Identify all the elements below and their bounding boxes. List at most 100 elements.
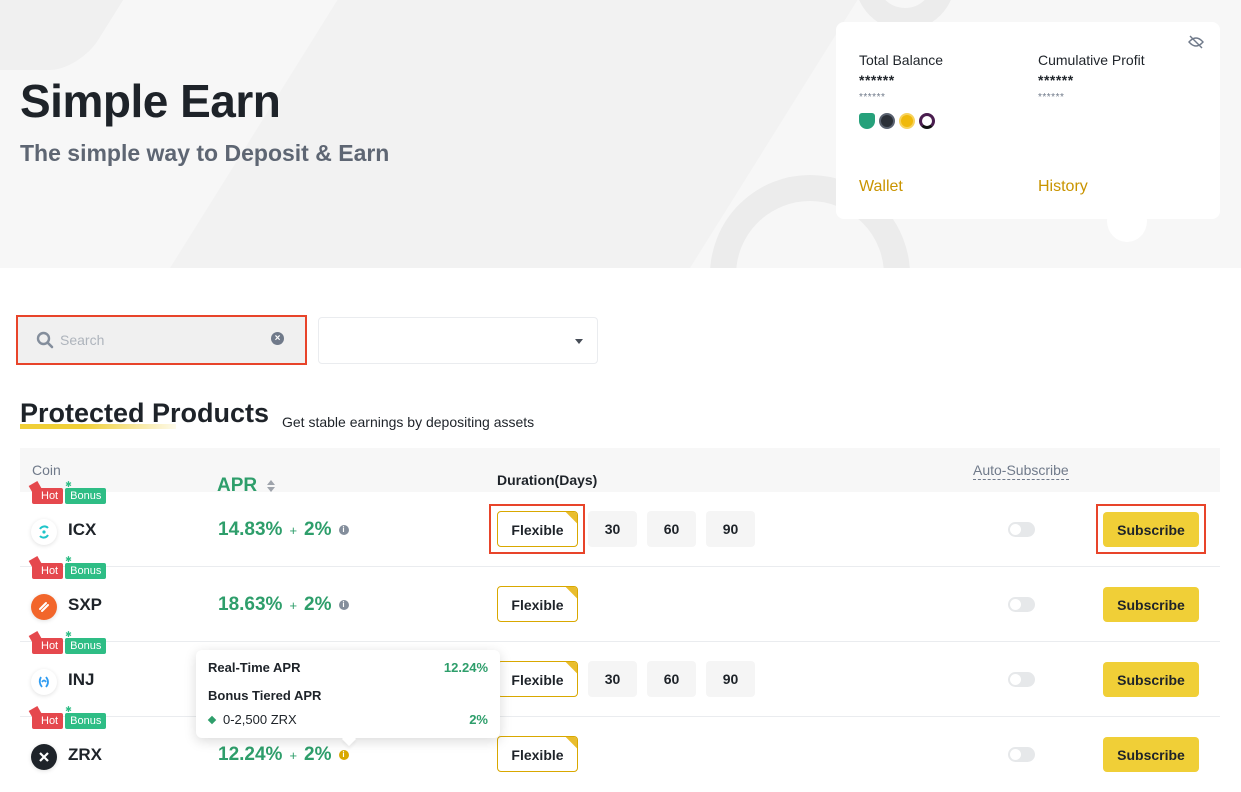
bonus-tag: Bonus xyxy=(65,629,107,654)
total-balance-value: ****** xyxy=(859,72,895,88)
table-header: Coin APR Duration(Days) Auto-Subscribe xyxy=(20,448,1220,496)
total-balance-sub: ****** xyxy=(859,92,886,103)
clear-icon[interactable]: × xyxy=(271,332,284,345)
duration-flexible[interactable]: Flexible xyxy=(497,736,578,772)
diamond-bullet-icon xyxy=(207,715,217,725)
plus-sign: + xyxy=(289,597,298,613)
bonus-tag: Bonus xyxy=(65,554,107,579)
duration-90[interactable]: 90 xyxy=(706,661,755,697)
base-apr: 14.83% xyxy=(218,519,283,540)
zrx-icon xyxy=(31,744,57,770)
page-subtitle: The simple way to Deposit & Earn xyxy=(20,140,390,166)
tier-value: 2% xyxy=(469,712,488,727)
realtime-apr-value: 12.24% xyxy=(443,660,488,675)
total-balance-label: Total Balance xyxy=(859,52,944,68)
coin-icon-list xyxy=(859,113,943,129)
bonus-tag: Bonus xyxy=(65,704,107,729)
tier-item: 0-2,500 ZRX xyxy=(196,712,297,727)
balance-card: Total Balance ****** ****** Cumulative P… xyxy=(836,22,1220,219)
tooltip-tier-row: 0-2,500 ZRX 2% xyxy=(196,712,488,727)
total-balance: Total Balance ****** ****** xyxy=(859,52,943,129)
search-icon xyxy=(36,331,54,349)
cumulative-profit-sub: ****** xyxy=(1038,92,1065,103)
base-apr: 12.24% xyxy=(218,744,283,765)
duration-options: Flexible xyxy=(497,586,578,622)
history-link[interactable]: History xyxy=(1038,178,1088,196)
table-row: Hot Bonus ICX 14.83% + 2% i Flexible 30 … xyxy=(20,479,1220,567)
duration-30[interactable]: 30 xyxy=(588,661,637,697)
duration-options: Flexible 30 60 90 xyxy=(497,661,755,697)
tooltip-bonus-row: Bonus Tiered APR xyxy=(208,688,488,703)
bnb-icon xyxy=(899,113,915,129)
cumulative-profit-value: ****** xyxy=(1038,72,1074,88)
apr-value: 14.83% + 2% i xyxy=(218,519,349,541)
duration-flexible[interactable]: Flexible xyxy=(497,586,578,622)
tag-list: Hot Bonus xyxy=(32,704,107,729)
usdt-icon xyxy=(859,113,875,129)
hot-tag: Hot xyxy=(32,563,64,579)
dot-icon xyxy=(919,113,935,129)
coin-name: SXP xyxy=(68,595,103,614)
cumulative-profit-label: Cumulative Profit xyxy=(1038,52,1145,68)
bonus-tiered-apr-label: Bonus Tiered APR xyxy=(208,688,322,703)
coin-name: INJ xyxy=(68,670,95,689)
plus-sign: + xyxy=(289,522,298,538)
apr-value: 12.24% + 2% i xyxy=(218,744,349,766)
cumulative-profit: Cumulative Profit ****** ****** xyxy=(1038,52,1145,103)
eye-off-icon[interactable] xyxy=(1187,34,1205,50)
coin-name: ICX xyxy=(68,520,97,539)
info-icon[interactable]: i xyxy=(338,600,349,610)
bonus-apr: 2% xyxy=(304,744,332,765)
sort-icon[interactable] xyxy=(267,480,276,492)
hot-tag: Hot xyxy=(32,638,64,654)
duration-30[interactable]: 30 xyxy=(588,511,637,547)
subscribe-button[interactable]: Subscribe xyxy=(1103,737,1199,772)
duration-60[interactable]: 60 xyxy=(647,511,696,547)
tier-label: 0-2,500 ZRX xyxy=(223,712,297,727)
tag-list: Hot Bonus xyxy=(32,629,107,654)
chevron-down-icon xyxy=(575,339,583,344)
plus-sign: + xyxy=(289,747,298,763)
tag-list: Hot Bonus xyxy=(32,554,107,579)
section-subtitle: Get stable earnings by depositing assets xyxy=(282,414,535,430)
tooltip-realtime-row: Real-Time APR 12.24% xyxy=(208,660,488,675)
duration-options: Flexible xyxy=(497,736,578,772)
header-auto-subscribe[interactable]: Auto-Subscribe xyxy=(973,462,1069,480)
base-apr: 18.63% xyxy=(218,594,283,615)
hot-tag: Hot xyxy=(32,713,64,729)
auto-subscribe-toggle[interactable] xyxy=(1008,522,1035,537)
highlight-outline xyxy=(1096,504,1206,554)
sxp-icon xyxy=(31,594,57,620)
auto-subscribe-toggle[interactable] xyxy=(1008,672,1035,687)
info-icon[interactable]: i xyxy=(338,750,349,760)
coin-name: ZRX xyxy=(68,745,102,764)
subscribe-button[interactable]: Subscribe xyxy=(1103,662,1199,697)
apr-value: 18.63% + 2% i xyxy=(218,594,349,616)
wallet-link[interactable]: Wallet xyxy=(859,178,903,196)
apr-tooltip: Real-Time APR 12.24% Bonus Tiered APR 0-… xyxy=(196,650,500,738)
realtime-apr-label: Real-Time APR xyxy=(208,660,301,675)
highlight-outline xyxy=(489,504,585,554)
hot-tag: Hot xyxy=(32,488,64,504)
search-box[interactable]: × xyxy=(16,315,307,365)
inj-icon xyxy=(31,669,57,695)
icx-icon xyxy=(31,519,57,545)
duration-flexible[interactable]: Flexible xyxy=(497,661,578,697)
duration-90[interactable]: 90 xyxy=(706,511,755,547)
bonus-apr: 2% xyxy=(304,594,332,615)
bonus-tag: Bonus xyxy=(65,479,107,504)
subscribe-button[interactable]: Subscribe xyxy=(1103,587,1199,622)
search-input[interactable] xyxy=(60,329,260,351)
section-title: Protected Products xyxy=(20,398,270,428)
filter-select[interactable] xyxy=(318,317,598,364)
bonus-apr: 2% xyxy=(304,519,332,540)
page-title: Simple Earn xyxy=(20,75,281,127)
info-icon[interactable]: i xyxy=(338,525,349,535)
hero-decoration xyxy=(0,0,161,70)
header-coin: Coin xyxy=(32,462,61,478)
table-row: Hot Bonus SXP 18.63% + 2% i Flexible Sub… xyxy=(20,554,1220,642)
auto-subscribe-toggle[interactable] xyxy=(1008,597,1035,612)
tag-list: Hot Bonus xyxy=(32,479,107,504)
auto-subscribe-toggle[interactable] xyxy=(1008,747,1035,762)
duration-60[interactable]: 60 xyxy=(647,661,696,697)
